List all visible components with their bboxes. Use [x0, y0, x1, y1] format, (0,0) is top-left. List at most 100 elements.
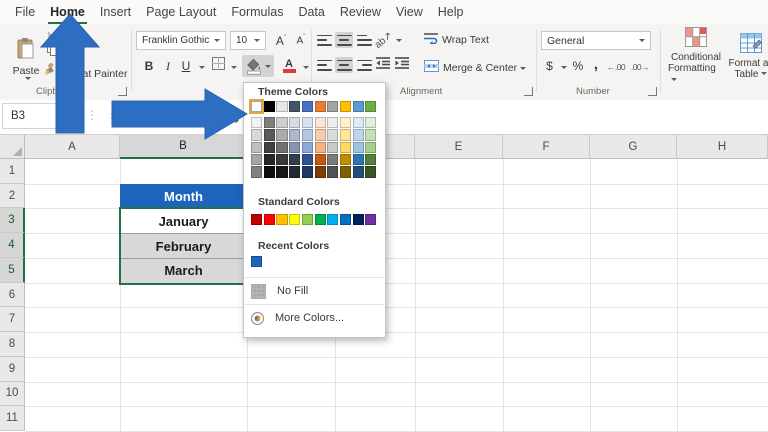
- theme-variant-swatch[interactable]: [365, 154, 376, 165]
- align-middle-button[interactable]: [335, 32, 353, 48]
- format-as-table-button[interactable]: Format as Table: [726, 27, 768, 85]
- theme-variant-swatch[interactable]: [340, 117, 351, 128]
- borders-button[interactable]: [210, 57, 226, 75]
- align-center-button[interactable]: [335, 57, 353, 73]
- theme-variant-swatch[interactable]: [353, 117, 364, 128]
- tab-view[interactable]: View: [396, 5, 423, 19]
- wrap-text-button[interactable]: Wrap Text: [424, 32, 489, 48]
- row-header-4[interactable]: 4: [0, 233, 25, 258]
- font-color-button[interactable]: A: [280, 57, 298, 75]
- theme-variant-swatch[interactable]: [340, 129, 351, 140]
- tab-insert[interactable]: Insert: [100, 5, 131, 19]
- theme-variant-swatch[interactable]: [365, 117, 376, 128]
- align-right-button[interactable]: [355, 57, 373, 73]
- number-dialog-launcher-icon[interactable]: [648, 87, 657, 96]
- tab-file[interactable]: File: [15, 5, 35, 19]
- theme-color-swatch[interactable]: [251, 101, 262, 112]
- decrease-indent-button[interactable]: [374, 57, 391, 73]
- decrease-decimal-button[interactable]: .00→: [630, 59, 650, 74]
- theme-variant-swatch[interactable]: [264, 129, 275, 140]
- column-header-a[interactable]: A: [25, 135, 120, 159]
- cancel-icon[interactable]: ×: [110, 108, 118, 123]
- tab-help[interactable]: Help: [438, 5, 464, 19]
- font-color-chevron-icon[interactable]: [303, 66, 309, 69]
- theme-variant-swatch[interactable]: [353, 166, 364, 177]
- theme-variant-swatch[interactable]: [315, 117, 326, 128]
- row-header-2[interactable]: 2: [0, 184, 25, 209]
- standard-color-swatch[interactable]: [315, 214, 326, 225]
- formula-bar-content[interactable]: January: [198, 109, 241, 123]
- row-header-6[interactable]: 6: [0, 283, 25, 308]
- theme-variant-swatch[interactable]: [327, 142, 338, 153]
- theme-color-swatch[interactable]: [315, 101, 326, 112]
- font-name-combobox[interactable]: Franklin Gothic M: [136, 31, 226, 50]
- theme-variant-swatch[interactable]: [276, 154, 287, 165]
- theme-variant-swatch[interactable]: [365, 142, 376, 153]
- number-format-combobox[interactable]: General: [541, 31, 651, 50]
- orientation-button[interactable]: ab↗: [376, 32, 392, 48]
- theme-variant-swatch[interactable]: [315, 154, 326, 165]
- recent-color-swatch[interactable]: [251, 256, 262, 267]
- theme-variant-swatch[interactable]: [251, 129, 262, 140]
- row-header-7[interactable]: 7: [0, 307, 25, 332]
- tab-formulas[interactable]: Formulas: [231, 5, 283, 19]
- standard-color-swatch[interactable]: [251, 214, 262, 225]
- standard-color-swatch[interactable]: [340, 214, 351, 225]
- standard-color-swatch[interactable]: [353, 214, 364, 225]
- tab-review[interactable]: Review: [340, 5, 381, 19]
- theme-variant-swatch[interactable]: [353, 154, 364, 165]
- row-header-3[interactable]: 3: [0, 208, 25, 233]
- theme-variant-swatch[interactable]: [302, 154, 313, 165]
- theme-variant-swatch[interactable]: [276, 117, 287, 128]
- row-header-10[interactable]: 10: [0, 382, 25, 407]
- increase-decimal-button[interactable]: ←.00: [606, 59, 626, 74]
- name-box[interactable]: B3: [2, 103, 82, 129]
- underline-button[interactable]: U: [180, 57, 192, 75]
- underline-split-chevron-icon[interactable]: [199, 66, 205, 69]
- theme-variant-swatch[interactable]: [353, 129, 364, 140]
- theme-variant-swatch[interactable]: [302, 129, 313, 140]
- decrease-font-size-button[interactable]: Aˇ: [292, 31, 310, 50]
- theme-variant-swatch[interactable]: [264, 166, 275, 177]
- standard-color-swatch[interactable]: [276, 214, 287, 225]
- cut-button[interactable]: ✂: [44, 28, 60, 42]
- align-top-button[interactable]: [315, 32, 333, 48]
- column-header-e[interactable]: E: [415, 135, 503, 159]
- fill-color-chevron-icon[interactable]: [265, 65, 271, 68]
- theme-variant-swatch[interactable]: [264, 142, 275, 153]
- theme-variant-swatch[interactable]: [315, 142, 326, 153]
- theme-color-swatch[interactable]: [327, 101, 338, 112]
- theme-variant-swatch[interactable]: [302, 142, 313, 153]
- column-header-h[interactable]: H: [677, 135, 768, 159]
- theme-variant-swatch[interactable]: [315, 129, 326, 140]
- increase-font-size-button[interactable]: Aˆ: [272, 31, 290, 50]
- theme-color-swatch[interactable]: [289, 101, 300, 112]
- column-header-b[interactable]: B: [120, 135, 247, 159]
- format-painter-button[interactable]: [42, 64, 57, 79]
- theme-color-swatch[interactable]: [365, 101, 376, 112]
- paste-button[interactable]: Paste: [8, 29, 44, 87]
- row-header-8[interactable]: 8: [0, 332, 25, 357]
- theme-variant-swatch[interactable]: [302, 117, 313, 128]
- copy-button[interactable]: [45, 45, 59, 59]
- borders-chevron-icon[interactable]: [231, 66, 237, 69]
- theme-variant-swatch[interactable]: [365, 166, 376, 177]
- standard-color-swatch[interactable]: [327, 214, 338, 225]
- format-painter-label[interactable]: Format Painter: [58, 68, 127, 80]
- select-all-button[interactable]: [0, 135, 25, 159]
- theme-variant-swatch[interactable]: [365, 129, 376, 140]
- theme-variant-swatch[interactable]: [289, 166, 300, 177]
- theme-variant-swatch[interactable]: [276, 129, 287, 140]
- merge-center-button[interactable]: Merge & Center: [424, 60, 526, 76]
- theme-variant-swatch[interactable]: [353, 142, 364, 153]
- percent-style-button[interactable]: %: [570, 57, 586, 75]
- theme-variant-swatch[interactable]: [276, 166, 287, 177]
- more-colors-menu-item[interactable]: More Colors...: [245, 306, 384, 330]
- theme-color-swatch[interactable]: [276, 101, 287, 112]
- cell-B5[interactable]: March: [120, 258, 247, 284]
- orientation-chevron-icon[interactable]: [396, 39, 402, 42]
- column-header-g[interactable]: G: [590, 135, 677, 159]
- accounting-format-button[interactable]: $: [543, 57, 556, 75]
- theme-variant-swatch[interactable]: [264, 154, 275, 165]
- theme-variant-swatch[interactable]: [276, 142, 287, 153]
